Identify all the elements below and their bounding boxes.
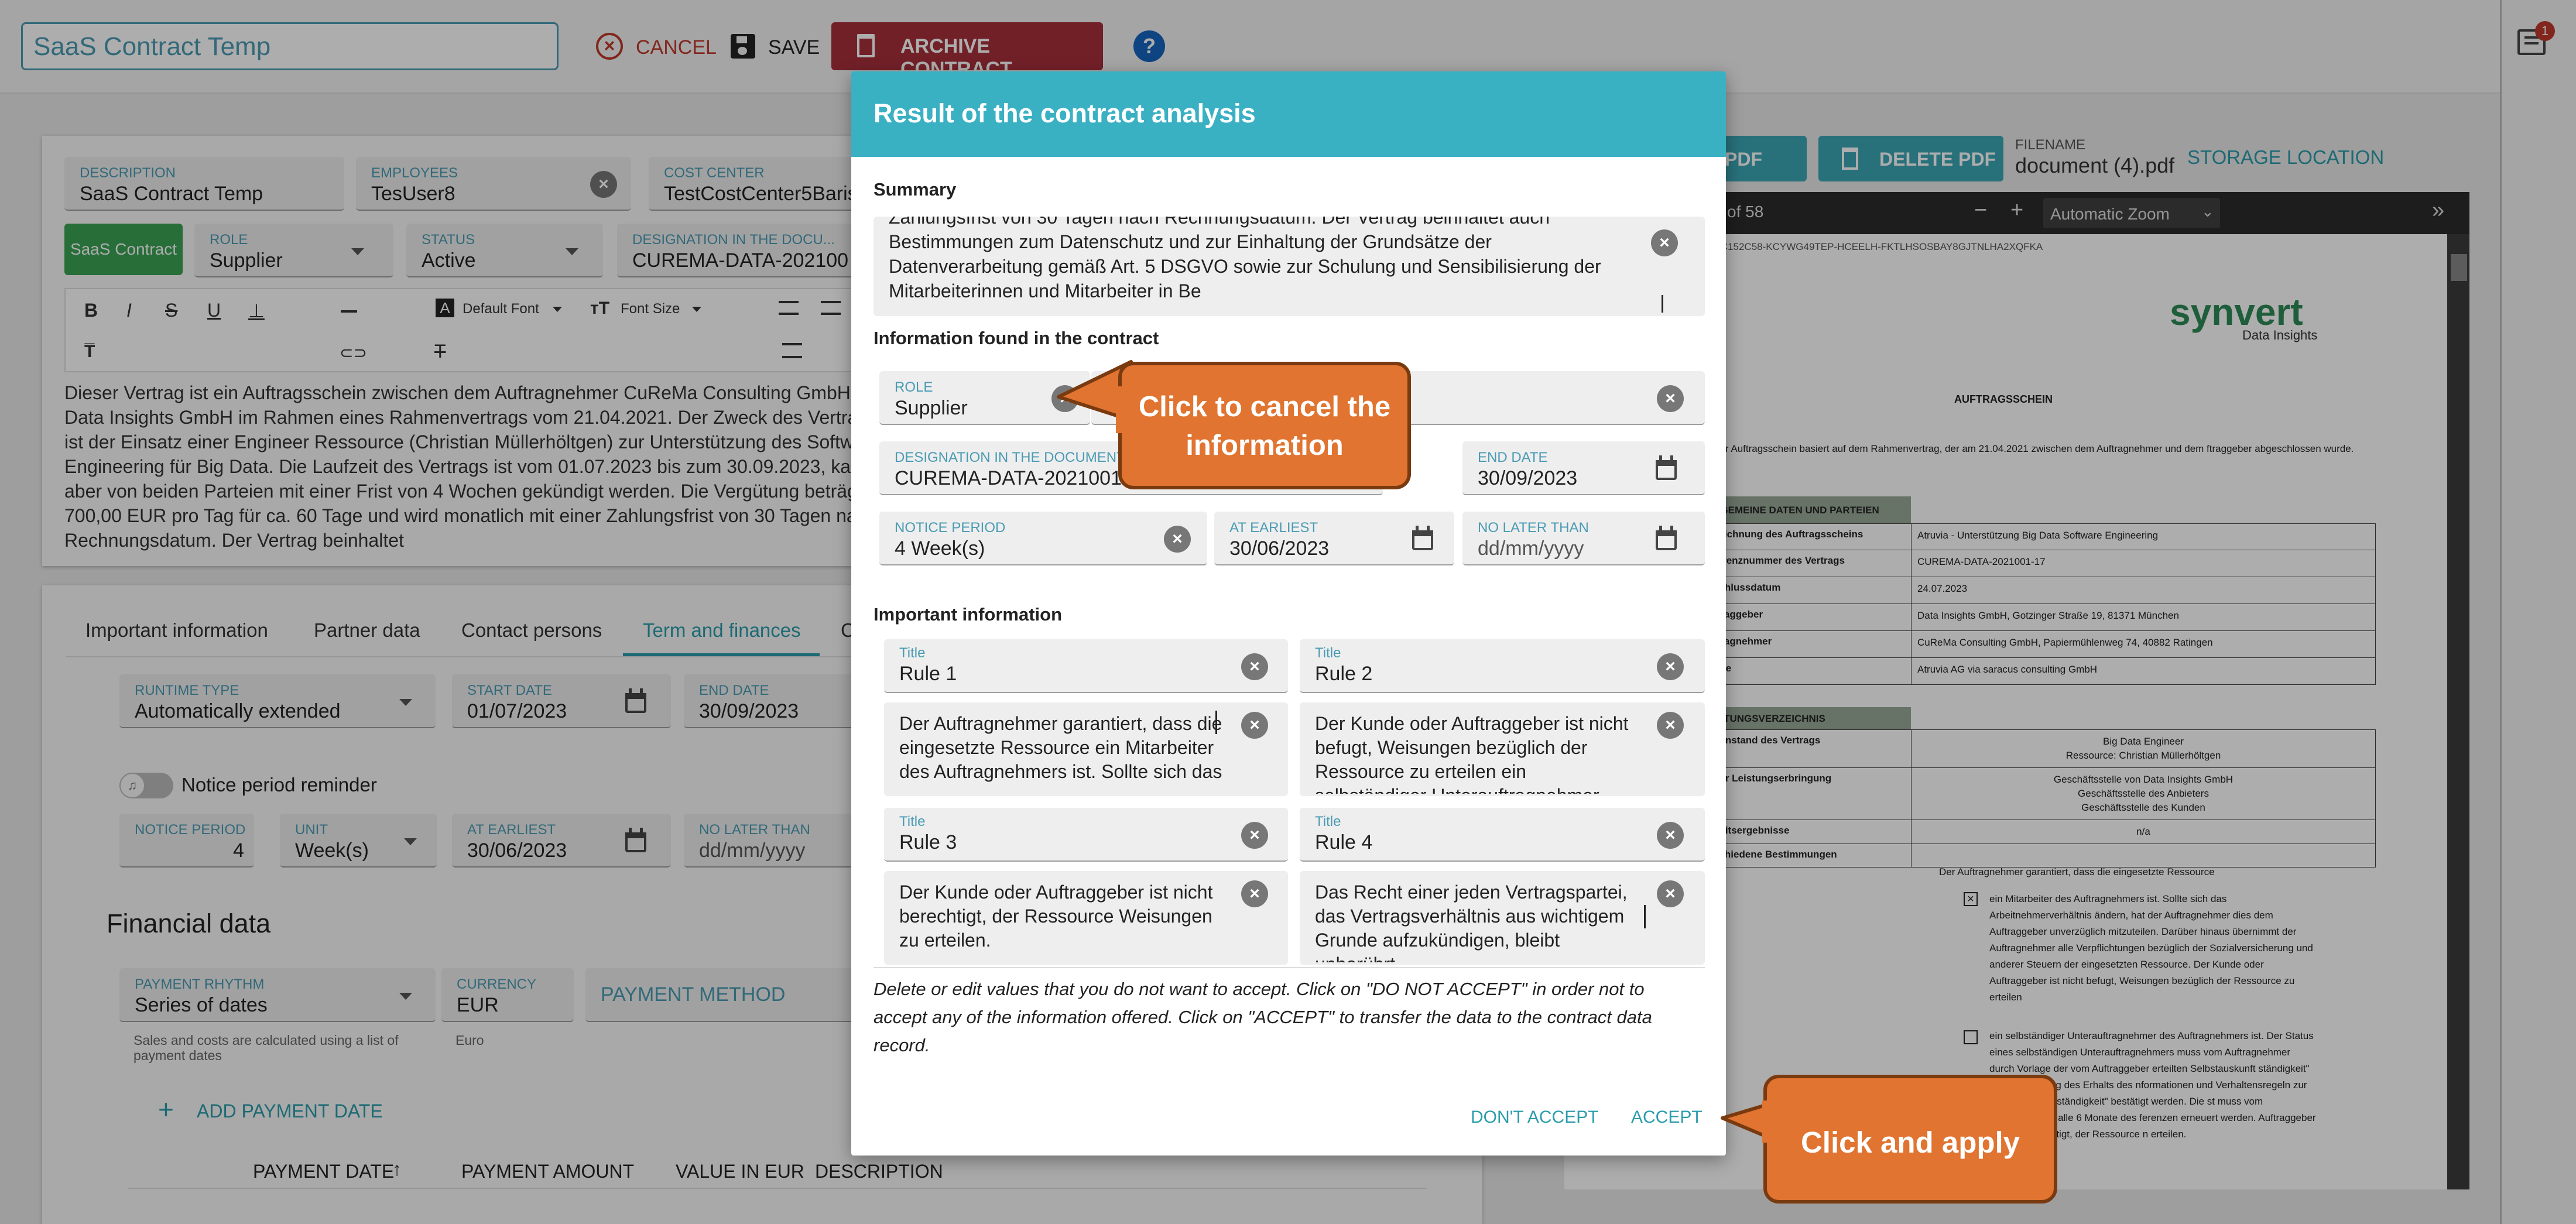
summary-text: Zahlungsfrist von 30 Tagen nach Rechnung… bbox=[889, 217, 1601, 301]
callout-click-and-apply: Click and apply bbox=[1763, 1075, 2057, 1204]
text-cursor bbox=[1644, 905, 1646, 928]
modal-end-date-field[interactable]: END DATE 30/09/2023 bbox=[1462, 441, 1705, 495]
calendar-icon[interactable] bbox=[1653, 455, 1679, 481]
clear-rule-1-title-icon[interactable]: × bbox=[1241, 653, 1268, 680]
clear-summary-icon[interactable]: × bbox=[1651, 229, 1678, 256]
rule-1-text-field[interactable]: Der Auftragnehmer garantiert, dass die e… bbox=[884, 702, 1288, 796]
rule-4-title-field[interactable]: Title Rule 4 × bbox=[1300, 808, 1705, 862]
summary-heading: Summary bbox=[873, 179, 957, 200]
rule-4-text-field[interactable]: Das Recht einer jeden Vertragspartei, da… bbox=[1300, 871, 1705, 965]
modal-notice-period-field[interactable]: NOTICE PERIOD 4 Week(s) × bbox=[879, 512, 1207, 565]
clear-notice-period-icon[interactable]: × bbox=[1164, 526, 1191, 553]
text-cursor bbox=[1215, 711, 1217, 734]
clear-rule-2-title-icon[interactable]: × bbox=[1657, 653, 1684, 680]
dialog-header: Result of the contract analysis bbox=[851, 71, 1726, 157]
callout-cancel-information: Click to cancel the information bbox=[1118, 362, 1411, 489]
clear-rule-4-title-icon[interactable]: × bbox=[1657, 822, 1684, 849]
callout-1-pointer-cover bbox=[1116, 386, 1125, 433]
rule-3-text-field[interactable]: Der Kunde oder Auftraggeber ist nicht be… bbox=[884, 871, 1288, 965]
info-found-heading: Information found in the contract bbox=[873, 328, 1159, 348]
modal-at-earliest-field[interactable]: AT EARLIEST 30/06/2023 bbox=[1214, 512, 1454, 565]
modal-no-later-field[interactable]: NO LATER THAN dd/mm/yyyy bbox=[1462, 512, 1705, 565]
accept-button[interactable]: ACCEPT bbox=[1631, 1108, 1703, 1127]
clear-rule-1-text-icon[interactable]: × bbox=[1241, 712, 1268, 739]
rule-1-title-field[interactable]: Title Rule 1 × bbox=[884, 639, 1288, 693]
rule-2-text-field[interactable]: Der Kunde oder Auftraggeber ist nicht be… bbox=[1300, 702, 1705, 796]
text-cursor bbox=[1662, 295, 1663, 313]
clear-rule-2-text-icon[interactable]: × bbox=[1657, 712, 1684, 739]
rule-3-title-field[interactable]: Title Rule 3 × bbox=[884, 808, 1288, 862]
clear-rule-3-text-icon[interactable]: × bbox=[1241, 880, 1268, 907]
dont-accept-button[interactable]: DON'T ACCEPT bbox=[1471, 1108, 1599, 1127]
callout-2-pointer-cover bbox=[1762, 1100, 1772, 1143]
clear-field-icon[interactable]: × bbox=[1657, 385, 1684, 412]
dialog-title: Result of the contract analysis bbox=[873, 98, 1256, 128]
analysis-dialog: Result of the contract analysis Summary … bbox=[851, 71, 1726, 1156]
important-info-heading: Important information bbox=[873, 604, 1063, 625]
dialog-footer-note: Delete or edit values that you do not wa… bbox=[873, 979, 1652, 1055]
summary-field[interactable]: Zahlungsfrist von 30 Tagen nach Rechnung… bbox=[873, 217, 1705, 316]
rule-2-title-field[interactable]: Title Rule 2 × bbox=[1300, 639, 1705, 693]
rules-divider bbox=[873, 967, 1705, 968]
clear-rule-4-text-icon[interactable]: × bbox=[1657, 880, 1684, 907]
calendar-icon[interactable] bbox=[1410, 526, 1436, 551]
clear-rule-3-title-icon[interactable]: × bbox=[1241, 822, 1268, 849]
calendar-icon[interactable] bbox=[1653, 526, 1679, 551]
